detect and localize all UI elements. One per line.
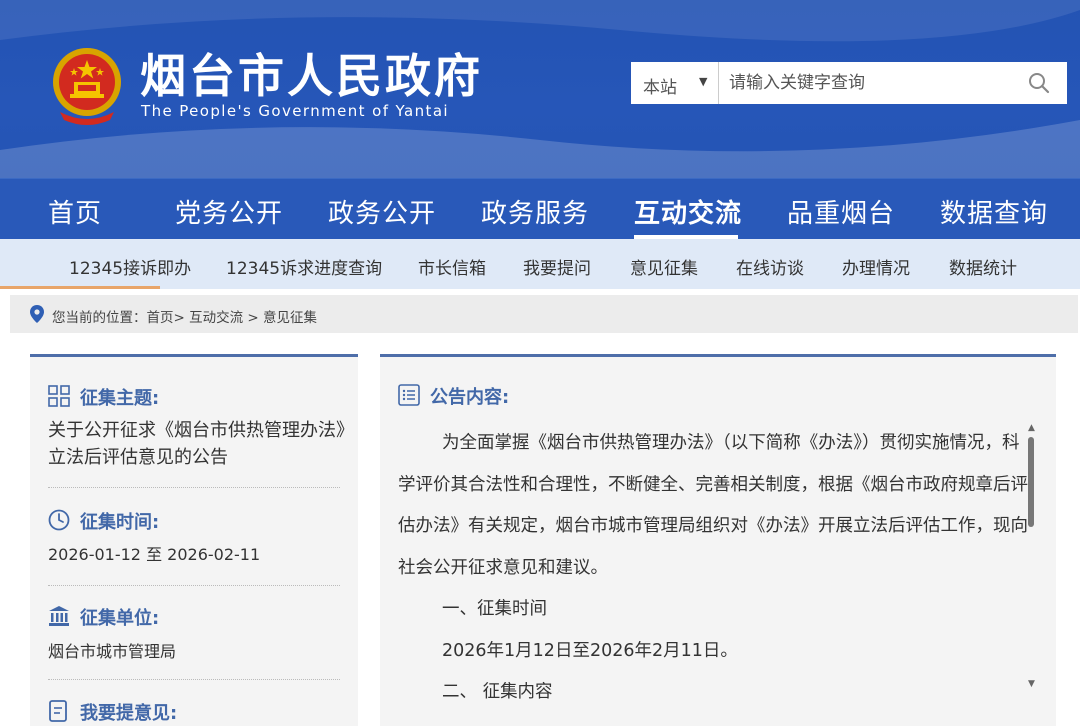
topic-value: 关于公开征求《烟台市供热管理办法》立法后评估意见的公告 bbox=[48, 420, 345, 468]
nav-item-interaction[interactable]: 互动交流 bbox=[634, 193, 742, 230]
nav-item-home[interactable]: 首页 bbox=[48, 193, 102, 230]
site-header: 烟台市人民政府 The People's Government of Yanta… bbox=[0, 0, 1080, 178]
search-icon[interactable] bbox=[1027, 71, 1051, 95]
subnav-item-ask-question[interactable]: 我要提问 bbox=[523, 254, 591, 279]
time-value: 2026-01-12 至 2026-02-11 bbox=[48, 545, 261, 564]
notice-content: 为全面掌握《烟台市供热管理办法》（以下简称《办法》）贯彻实施情况，科学评价其合法… bbox=[398, 423, 1028, 714]
subnav-accent-bar bbox=[0, 286, 160, 289]
notice-paragraph: 为全面掌握《烟台市供热管理办法》（以下简称《办法》）贯彻实施情况，科学评价其合法… bbox=[398, 433, 1028, 578]
section-heading: 二、 征集内容 bbox=[442, 682, 553, 702]
collection-info-panel: 征集主题: 关于公开征求《烟台市供热管理办法》立法后评估意见的公告 征集时间: … bbox=[30, 354, 358, 726]
nav-item-yantai[interactable]: 品重烟台 bbox=[787, 193, 895, 230]
topic-label: 征集主题: bbox=[80, 388, 160, 409]
sub-nav: 12345接诉即办 12345诉求进度查询 市长信箱 我要提问 意见征集 在线访… bbox=[0, 239, 1080, 289]
section-heading: 一、征集时间 bbox=[442, 599, 547, 619]
divider bbox=[48, 679, 340, 680]
scroll-down-icon[interactable]: ▼ bbox=[1028, 679, 1035, 689]
notice-panel: 公告内容: 为全面掌握《烟台市供热管理办法》（以下简称《办法》）贯彻实施情况，科… bbox=[380, 354, 1056, 726]
nav-item-government-affairs[interactable]: 政务公开 bbox=[328, 193, 436, 230]
breadcrumb-text[interactable]: 您当前的位置：首页> 互动交流 > 意见征集 bbox=[52, 306, 317, 326]
search-scope-select[interactable]: 本站 ▼ bbox=[631, 62, 719, 104]
subnav-item-online-interview[interactable]: 在线访谈 bbox=[736, 254, 804, 279]
location-pin-icon bbox=[30, 305, 44, 323]
subnav-item-data-stats[interactable]: 数据统计 bbox=[949, 254, 1017, 279]
feedback-label[interactable]: 我要提意见: bbox=[48, 699, 177, 725]
main-nav: 首页 党务公开 政务公开 政务服务 互动交流 品重烟台 数据查询 bbox=[0, 178, 1080, 239]
national-emblem-icon bbox=[53, 48, 121, 125]
subnav-item-handling-status[interactable]: 办理情况 bbox=[842, 254, 910, 279]
scrollbar-thumb[interactable] bbox=[1028, 437, 1034, 527]
org-value: 烟台市城市管理局 bbox=[48, 642, 177, 661]
time-label: 征集时间: bbox=[80, 512, 160, 533]
search-box: 本站 ▼ bbox=[631, 62, 1067, 104]
scroll-up-icon[interactable]: ▲ bbox=[1028, 423, 1035, 433]
collection-period: 2026年1月12日至2026年2月11日。 bbox=[442, 640, 738, 661]
nav-item-government-services[interactable]: 政务服务 bbox=[481, 193, 589, 230]
subnav-item-mayor-mailbox[interactable]: 市长信箱 bbox=[418, 254, 486, 279]
breadcrumb: 您当前的位置：首页> 互动交流 > 意见征集 bbox=[10, 295, 1078, 333]
site-title[interactable]: 烟台市人民政府 bbox=[140, 48, 483, 104]
subnav-item-12345[interactable]: 12345接诉即办 bbox=[69, 254, 191, 279]
subnav-item-progress-query[interactable]: 12345诉求进度查询 bbox=[226, 254, 382, 279]
nav-item-party-affairs[interactable]: 党务公开 bbox=[175, 193, 283, 230]
search-input[interactable] bbox=[729, 62, 1019, 104]
org-label: 征集单位: bbox=[80, 608, 160, 629]
chevron-down-icon: ▼ bbox=[699, 75, 708, 88]
divider bbox=[48, 487, 340, 488]
nav-item-data-query[interactable]: 数据查询 bbox=[940, 193, 1048, 230]
subnav-item-opinion-collection[interactable]: 意见征集 bbox=[630, 254, 698, 279]
site-subtitle: The People's Government of Yantai bbox=[141, 102, 449, 120]
notice-label: 公告内容: bbox=[430, 387, 510, 408]
divider bbox=[48, 585, 340, 586]
content-scrollbar[interactable]: ▲ ▼ bbox=[1028, 423, 1036, 693]
search-scope-label: 本站 bbox=[643, 78, 677, 98]
